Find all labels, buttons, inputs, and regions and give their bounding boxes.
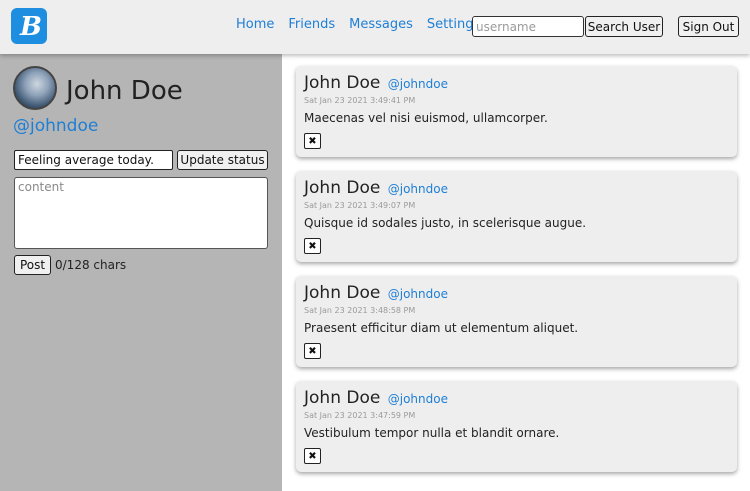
brand-logo-icon[interactable]: B xyxy=(11,8,47,44)
delete-post-button[interactable]: ✖ xyxy=(304,133,321,149)
post-author-handle[interactable]: @johndoe xyxy=(388,182,448,196)
post-timestamp: Sat Jan 23 2021 3:49:07 PM xyxy=(304,201,416,210)
profile-sidebar: John Doe @johndoe Update status Post 0/1… xyxy=(0,54,282,491)
post-author: John Doe @johndoe xyxy=(304,73,448,93)
search-user-button[interactable]: Search User xyxy=(585,16,663,37)
update-status-button[interactable]: Update status xyxy=(177,150,268,170)
post-text: Vestibulum tempor nulla et blandit ornar… xyxy=(304,426,560,440)
nav-links: Home Friends Messages Settings xyxy=(236,17,480,32)
status-input[interactable] xyxy=(14,150,173,170)
post-feed: John Doe @johndoe Sat Jan 23 2021 3:49:4… xyxy=(282,54,750,491)
post-card: John Doe @johndoe Sat Jan 23 2021 3:49:0… xyxy=(296,171,737,262)
post-timestamp: Sat Jan 23 2021 3:48:58 PM xyxy=(304,306,416,315)
post-timestamp: Sat Jan 23 2021 3:47:59 PM xyxy=(304,411,416,420)
nav-link-home[interactable]: Home xyxy=(236,17,274,32)
post-author-name: John Doe xyxy=(304,178,381,198)
post-card: John Doe @johndoe Sat Jan 23 2021 3:49:4… xyxy=(296,66,737,157)
post-card: John Doe @johndoe Sat Jan 23 2021 3:48:5… xyxy=(296,276,737,367)
post-timestamp: Sat Jan 23 2021 3:49:41 PM xyxy=(304,96,416,105)
post-author-name: John Doe xyxy=(304,73,381,93)
post-text: Maecenas vel nisi euismod, ullamcorper. xyxy=(304,111,548,125)
nav-link-friends[interactable]: Friends xyxy=(288,17,335,32)
post-text: Praesent efficitur diam ut elementum ali… xyxy=(304,321,579,335)
post-author: John Doe @johndoe xyxy=(304,178,448,198)
post-text: Quisque id sodales justo, in scelerisque… xyxy=(304,216,587,230)
post-button[interactable]: Post xyxy=(14,255,51,275)
post-author-handle[interactable]: @johndoe xyxy=(388,287,448,301)
post-author: John Doe @johndoe xyxy=(304,283,448,303)
top-navbar: B Home Friends Messages Settings Search … xyxy=(0,0,750,54)
username-search-input[interactable] xyxy=(472,16,584,37)
profile-name: John Doe xyxy=(66,76,183,106)
post-author-name: John Doe xyxy=(304,388,381,408)
char-counter: 0/128 chars xyxy=(55,258,127,272)
b-letter-icon: B xyxy=(19,12,41,40)
nav-link-messages[interactable]: Messages xyxy=(349,17,413,32)
delete-post-button[interactable]: ✖ xyxy=(304,448,321,464)
post-content-textarea[interactable] xyxy=(14,177,268,249)
post-author-handle[interactable]: @johndoe xyxy=(388,77,448,91)
delete-post-button[interactable]: ✖ xyxy=(304,343,321,359)
post-card: John Doe @johndoe Sat Jan 23 2021 3:47:5… xyxy=(296,381,737,472)
svg-text:B: B xyxy=(19,12,41,40)
profile-handle[interactable]: @johndoe xyxy=(13,116,98,136)
sign-out-button[interactable]: Sign Out xyxy=(678,16,739,37)
post-author-handle[interactable]: @johndoe xyxy=(388,392,448,406)
avatar xyxy=(13,66,57,110)
delete-post-button[interactable]: ✖ xyxy=(304,238,321,254)
post-author-name: John Doe xyxy=(304,283,381,303)
post-author: John Doe @johndoe xyxy=(304,388,448,408)
